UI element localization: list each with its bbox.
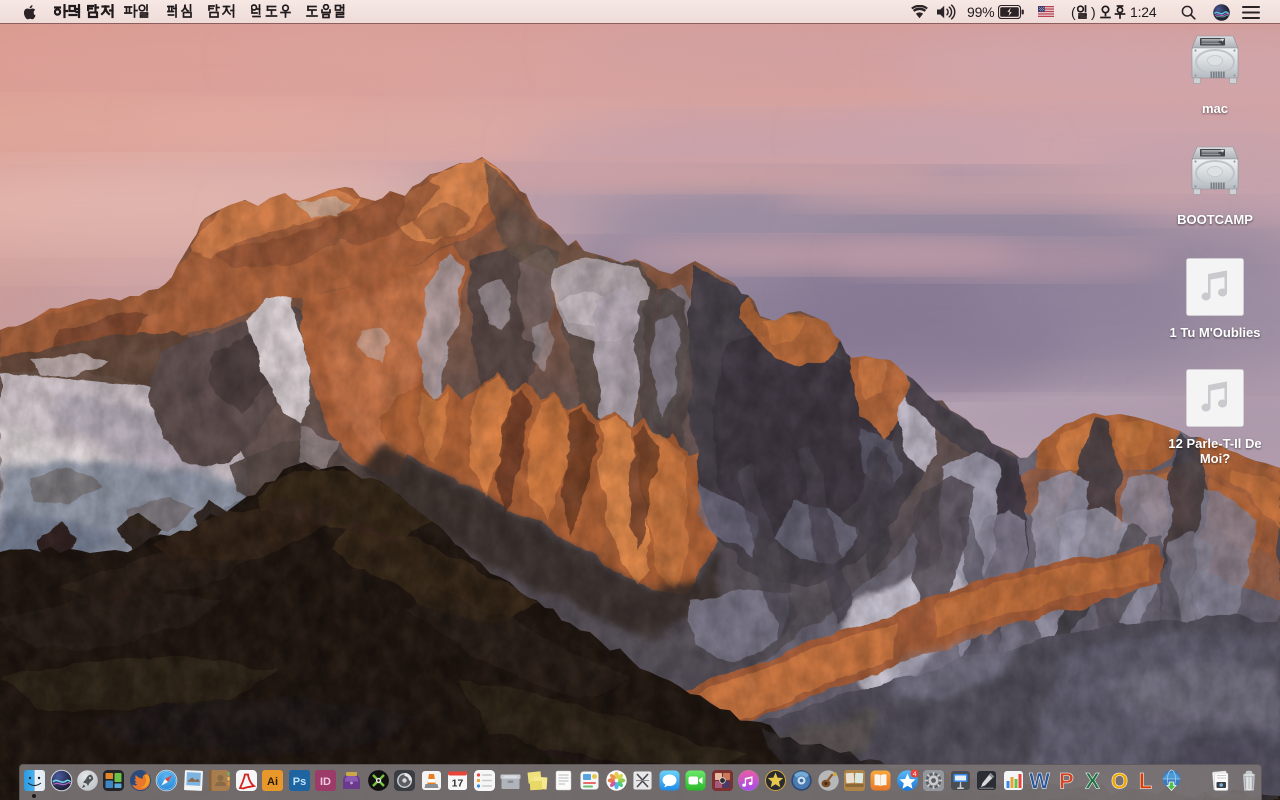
svg-text:Ai: Ai bbox=[267, 776, 278, 788]
svg-text:Ps: Ps bbox=[292, 776, 305, 788]
svg-text:ID: ID bbox=[320, 776, 331, 788]
svg-text:4: 4 bbox=[913, 771, 917, 778]
svg-text:W: W bbox=[1029, 769, 1050, 792]
svg-text:O: O bbox=[1110, 769, 1127, 792]
svg-text:L: L bbox=[1139, 769, 1152, 792]
svg-text:17: 17 bbox=[452, 778, 464, 790]
svg-text:X: X bbox=[1085, 769, 1100, 792]
svg-text:P: P bbox=[1059, 769, 1074, 792]
